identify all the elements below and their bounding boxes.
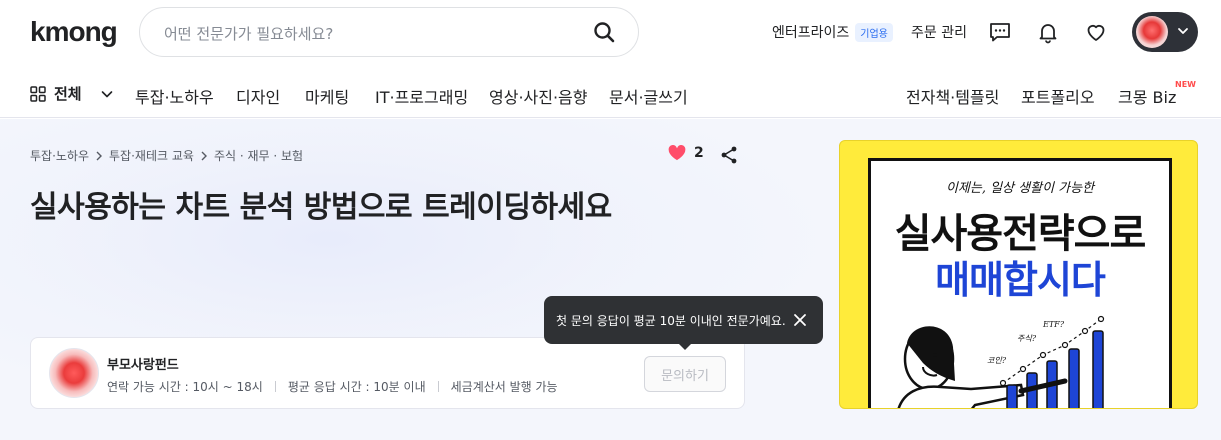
like-count: 2: [694, 145, 704, 161]
chevron-down-icon: [101, 90, 112, 97]
nav-category-marketing[interactable]: 마케팅: [305, 84, 349, 108]
nav-ebook-templates[interactable]: 전자책·템플릿: [906, 84, 999, 108]
search-input[interactable]: 어떤 전문가가 필요하세요?: [164, 23, 333, 44]
bell-icon[interactable]: [1036, 20, 1060, 44]
nav-category-side-hustle[interactable]: 투잡·노하우: [135, 84, 214, 108]
all-categories-button[interactable]: 전체: [30, 83, 114, 104]
tooltip-text: 첫 문의 응답이 평균 10분 이내인 전문가예요.: [556, 314, 786, 328]
divider: [437, 381, 439, 392]
breadcrumb: 투잡·노하우 투잡·재테크 교육 주식 · 재무 · 보험: [30, 147, 303, 164]
top-header: kmong 어떤 전문가가 필요하세요? 엔터프라이즈 기업용 주문 관리: [0, 0, 1221, 64]
seller-avatar[interactable]: [49, 348, 99, 398]
nav-category-writing[interactable]: 문서·글쓰기: [609, 84, 688, 108]
nav-category-it-programming[interactable]: IT·프로그래밍: [375, 84, 468, 108]
order-management-link[interactable]: 주문 관리: [911, 22, 967, 42]
trader-illustration: 주식? ETF? 코인?: [897, 315, 1105, 408]
heart-filled-icon: [668, 145, 686, 161]
kmong-logo[interactable]: kmong: [30, 16, 118, 48]
service-title: 실사용하는 차트 분석 방법으로 트레이딩하세요: [30, 190, 612, 225]
nav-portfolio[interactable]: 포트폴리오: [1021, 84, 1095, 108]
share-icon[interactable]: [719, 145, 739, 165]
chevron-right-icon: [96, 151, 103, 160]
nav-kmong-biz[interactable]: 크몽 Biz: [1118, 84, 1176, 108]
contact-hours: 연락 가능 시간 : 10시 ~ 18시: [107, 380, 263, 394]
profile-menu-button[interactable]: [1132, 12, 1198, 52]
banner-tagline: 이제는, 일상 생활이 가능한: [945, 181, 1095, 196]
like-button[interactable]: 2: [668, 145, 704, 161]
search-bar[interactable]: 어떤 전문가가 필요하세요?: [139, 7, 639, 57]
grid-icon: [30, 85, 46, 102]
chart-note: 주식?: [1017, 334, 1037, 343]
nav-category-video-photo-audio[interactable]: 영상·사진·음향: [489, 84, 588, 108]
new-badge: NEW: [1175, 80, 1196, 89]
seller-name[interactable]: 부모사랑펀드: [107, 354, 179, 373]
enterprise-label: 엔터프라이즈: [772, 25, 850, 41]
chevron-right-icon: [201, 151, 207, 160]
banner-frame: 이제는, 일상 생활이 가능한 실사용전략으로 매매합시다 주식? ETF? 코…: [868, 158, 1172, 408]
tax-invoice-info: 세금계산서 발행 가능: [450, 380, 558, 394]
response-tooltip: 첫 문의 응답이 평균 10분 이내인 전문가예요.: [544, 296, 823, 350]
tooltip-arrow: [678, 343, 692, 350]
all-categories-label: 전체: [54, 85, 82, 103]
avatar: [1136, 16, 1168, 48]
category-nav: 전체 투잡·노하우 디자인 마케팅 IT·프로그래밍 영상·사진·음향 문서·글…: [0, 70, 1221, 118]
breadcrumb-item[interactable]: 투잡·재테크 교육: [109, 147, 194, 164]
chart-note: ETF?: [1042, 320, 1065, 329]
service-thumbnail-banner[interactable]: 이제는, 일상 생활이 가능한 실사용전략으로 매매합시다 주식? ETF? 코…: [839, 140, 1198, 409]
enterprise-badge: 기업용: [855, 22, 893, 42]
chart-note: 코인?: [987, 356, 1007, 365]
breadcrumb-item[interactable]: 투잡·노하우: [30, 147, 89, 164]
inquiry-button[interactable]: 문의하기: [644, 356, 726, 392]
close-icon[interactable]: [793, 313, 807, 327]
breadcrumb-item[interactable]: 주식 · 재무 · 보험: [214, 147, 303, 164]
nav-category-design[interactable]: 디자인: [236, 84, 280, 108]
enterprise-link[interactable]: 엔터프라이즈 기업용: [772, 16, 893, 48]
chevron-down-icon: [1178, 28, 1188, 34]
search-icon[interactable]: [592, 20, 616, 44]
divider: [274, 381, 276, 392]
message-icon[interactable]: [988, 20, 1012, 44]
seller-card: 부모사랑펀드 연락 가능 시간 : 10시 ~ 18시 평균 응답 시간 : 1…: [30, 337, 745, 409]
avg-response-time: 평균 응답 시간 : 10분 이내: [287, 380, 426, 394]
seller-meta: 연락 가능 시간 : 10시 ~ 18시 평균 응답 시간 : 10분 이내 세…: [107, 378, 558, 395]
heart-icon[interactable]: [1084, 20, 1108, 44]
